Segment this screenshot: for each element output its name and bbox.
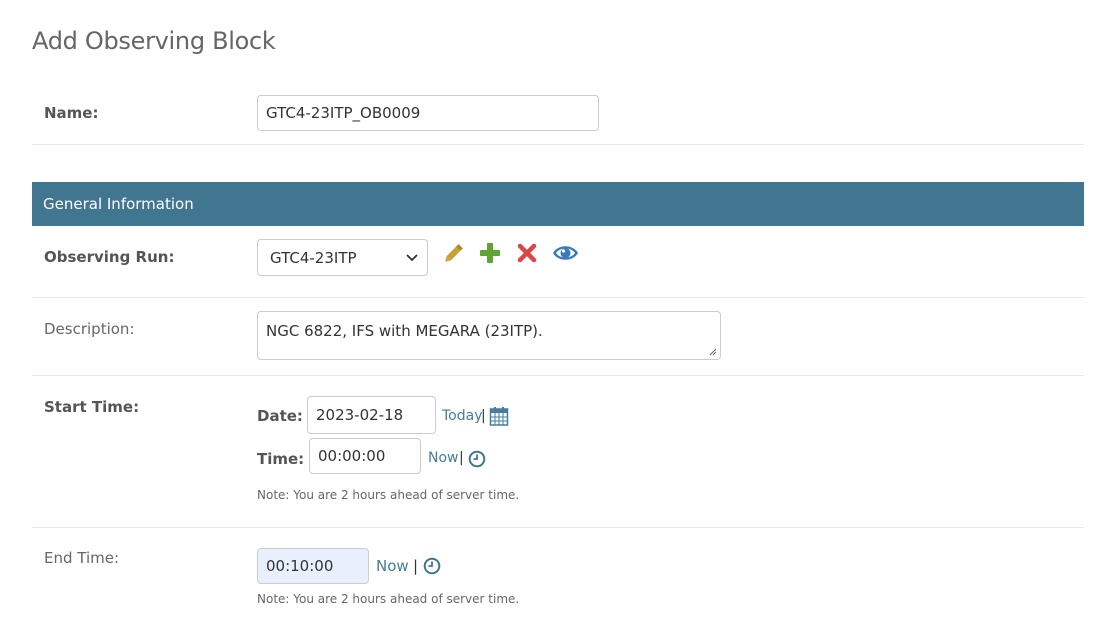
observing-run-select[interactable]: GTC4-23ITP — [257, 239, 428, 276]
start-time-input[interactable]: 00:00:00 — [309, 438, 421, 474]
start-date-input[interactable]: 2023-02-18 — [307, 396, 436, 434]
divider — [32, 527, 1084, 528]
date-label: Date: — [257, 407, 303, 425]
divider — [32, 297, 1084, 298]
section-title: General Information — [43, 195, 194, 213]
link-separator: | — [413, 557, 419, 575]
start-time-label: Start Time: — [44, 398, 140, 416]
calendar-icon[interactable] — [489, 406, 509, 426]
clock-icon[interactable] — [423, 557, 441, 575]
name-label: Name: — [44, 104, 99, 122]
observing-run-label: Observing Run: — [44, 248, 175, 266]
page-title: Add Observing Block — [32, 27, 276, 55]
timezone-note: Note: You are 2 hours ahead of server ti… — [257, 488, 520, 502]
link-separator: | — [459, 450, 464, 466]
clock-icon[interactable] — [468, 450, 486, 468]
today-link[interactable]: Today — [442, 408, 483, 424]
link-separator: | — [481, 408, 486, 424]
plus-icon[interactable] — [479, 242, 501, 264]
pencil-icon[interactable] — [441, 242, 465, 266]
chevron-down-icon — [406, 254, 418, 262]
resize-handle-icon[interactable] — [708, 347, 717, 356]
end-time-value: 00:10:00 — [266, 557, 334, 575]
start-date-value: 2023-02-18 — [316, 406, 404, 424]
name-input-value: GTC4-23ITP_OB0009 — [266, 104, 421, 122]
time-label: Time: — [257, 450, 305, 468]
end-time-input[interactable]: 00:10:00 — [257, 548, 369, 584]
view-icon[interactable] — [552, 243, 579, 263]
add-observing-block-page: Add Observing Block Name: GTC4-23ITP_OB0… — [0, 0, 1105, 628]
now-link[interactable]: Now — [376, 557, 409, 575]
name-input[interactable]: GTC4-23ITP_OB0009 — [257, 95, 599, 131]
description-textarea[interactable]: NGC 6822, IFS with MEGARA (23ITP). — [257, 311, 721, 360]
delete-icon[interactable] — [517, 243, 537, 263]
divider — [32, 144, 1084, 145]
timezone-note: Note: You are 2 hours ahead of server ti… — [257, 592, 520, 606]
divider — [32, 375, 1084, 376]
end-time-label: End Time: — [44, 549, 120, 567]
start-time-value: 00:00:00 — [318, 447, 386, 465]
now-link[interactable]: Now — [428, 450, 459, 466]
description-label: Description: — [44, 320, 135, 338]
general-information-header: General Information — [32, 182, 1084, 226]
observing-run-selected: GTC4-23ITP — [270, 248, 357, 267]
description-value: NGC 6822, IFS with MEGARA (23ITP). — [266, 322, 543, 340]
